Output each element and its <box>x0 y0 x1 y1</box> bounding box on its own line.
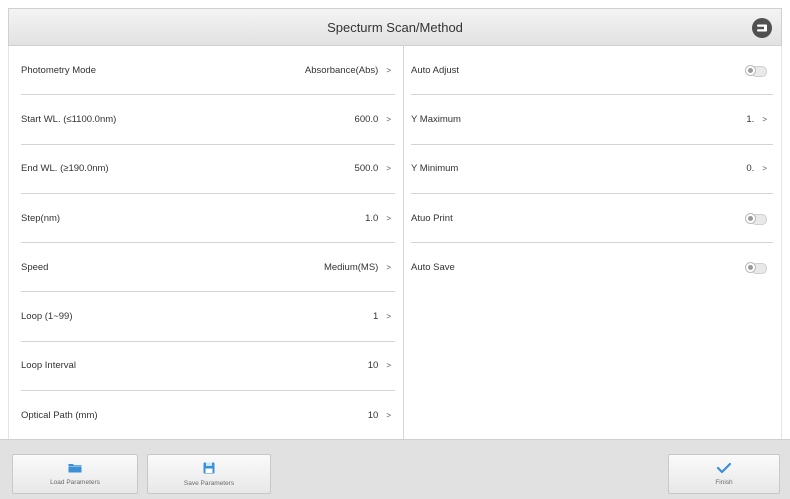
end-wl-row[interactable]: End WL. (≥190.0nm) 500.0 > <box>21 145 395 194</box>
row-label: Speed <box>21 261 49 273</box>
row-value: Medium(MS) <box>323 261 379 273</box>
back-button[interactable] <box>752 18 772 38</box>
row-label: Loop (1~99) <box>21 311 73 323</box>
row-label: Start WL. (≤1100.0nm) <box>21 113 117 125</box>
row-value: 600.0 <box>354 113 379 125</box>
chevron-right-icon: > <box>386 213 391 223</box>
auto-print-row: Atuo Print <box>411 194 773 244</box>
footer-toolbar: Load Parameters Save Parameters Finish <box>0 439 790 499</box>
row-value: Absorbance(Abs) <box>304 64 379 76</box>
step-row[interactable]: Step(nm) 1.0 > <box>21 194 395 244</box>
right-settings-column: Auto Adjust Y Maximum 1. > Y Minimum 0. > … <box>411 46 773 292</box>
auto-adjust-toggle[interactable] <box>745 64 767 77</box>
row-label: Step(nm) <box>21 212 61 224</box>
row-label: Auto Save <box>411 262 455 274</box>
loop-interval-row[interactable]: Loop Interval 10 > <box>21 342 395 392</box>
row-value: 500.0 <box>354 163 379 175</box>
auto-print-toggle[interactable] <box>745 212 767 225</box>
column-divider <box>403 46 404 439</box>
save-parameters-button[interactable]: Save Parameters <box>147 454 271 494</box>
back-icon <box>757 24 767 32</box>
chevron-right-icon: > <box>386 411 391 421</box>
checkmark-icon <box>717 462 731 473</box>
speed-row[interactable]: Speed Medium(MS) > <box>21 243 395 293</box>
chevron-right-icon: > <box>762 114 767 124</box>
save-parameters-label: Save Parameters <box>183 479 235 487</box>
chevron-right-icon: > <box>386 65 391 75</box>
title-bar: Specturm Scan/Method <box>8 8 782 46</box>
start-wl-row[interactable]: Start WL. (≤1100.0nm) 600.0 > <box>21 95 395 145</box>
page-title: Specturm Scan/Method <box>327 19 463 35</box>
optical-path-row[interactable]: Optical Path (mm) 10 > <box>21 391 395 440</box>
row-label: Atuo Print <box>411 212 453 224</box>
auto-save-toggle[interactable] <box>745 262 767 275</box>
chevron-right-icon: > <box>386 262 391 272</box>
loop-row[interactable]: Loop (1~99) 1 > <box>21 292 395 342</box>
photometry-mode-row[interactable]: Photometry Mode Absorbance(Abs) > <box>21 46 395 96</box>
row-label: Auto Adjust <box>411 64 460 76</box>
chevron-right-icon: > <box>762 164 767 174</box>
chevron-right-icon: > <box>386 164 391 174</box>
row-label: Loop Interval <box>21 360 76 372</box>
row-value: 1.0 <box>365 212 379 224</box>
row-value: 10 <box>367 360 379 372</box>
chevron-right-icon: > <box>386 312 391 322</box>
load-parameters-label: Load Parameters <box>50 479 100 486</box>
y-maximum-row[interactable]: Y Maximum 1. > <box>411 95 773 145</box>
row-value: 1 <box>373 311 379 323</box>
row-label: Photometry Mode <box>21 64 96 76</box>
row-value: 1. <box>746 113 755 125</box>
load-parameters-button[interactable]: Load Parameters <box>12 454 138 494</box>
auto-adjust-row: Auto Adjust <box>411 46 773 96</box>
left-settings-column: Photometry Mode Absorbance(Abs) > Start W… <box>21 46 395 440</box>
folder-icon <box>68 464 82 473</box>
row-label: Y Minimum <box>411 163 459 175</box>
row-value: 0. <box>746 163 755 175</box>
y-minimum-row[interactable]: Y Minimum 0. > <box>411 145 773 194</box>
floppy-disk-icon <box>203 462 215 473</box>
row-label: Y Maximum <box>411 113 461 125</box>
row-value: 10 <box>367 410 379 422</box>
chevron-right-icon: > <box>386 114 391 124</box>
finish-label: Finish <box>715 478 733 486</box>
finish-button[interactable]: Finish <box>668 454 780 494</box>
settings-panel: Photometry Mode Absorbance(Abs) > Start W… <box>8 46 782 439</box>
row-label: Optical Path (mm) <box>21 410 98 422</box>
auto-save-row: Auto Save <box>411 243 773 292</box>
chevron-right-icon: > <box>386 361 391 371</box>
row-label: End WL. (≥190.0nm) <box>21 163 109 175</box>
